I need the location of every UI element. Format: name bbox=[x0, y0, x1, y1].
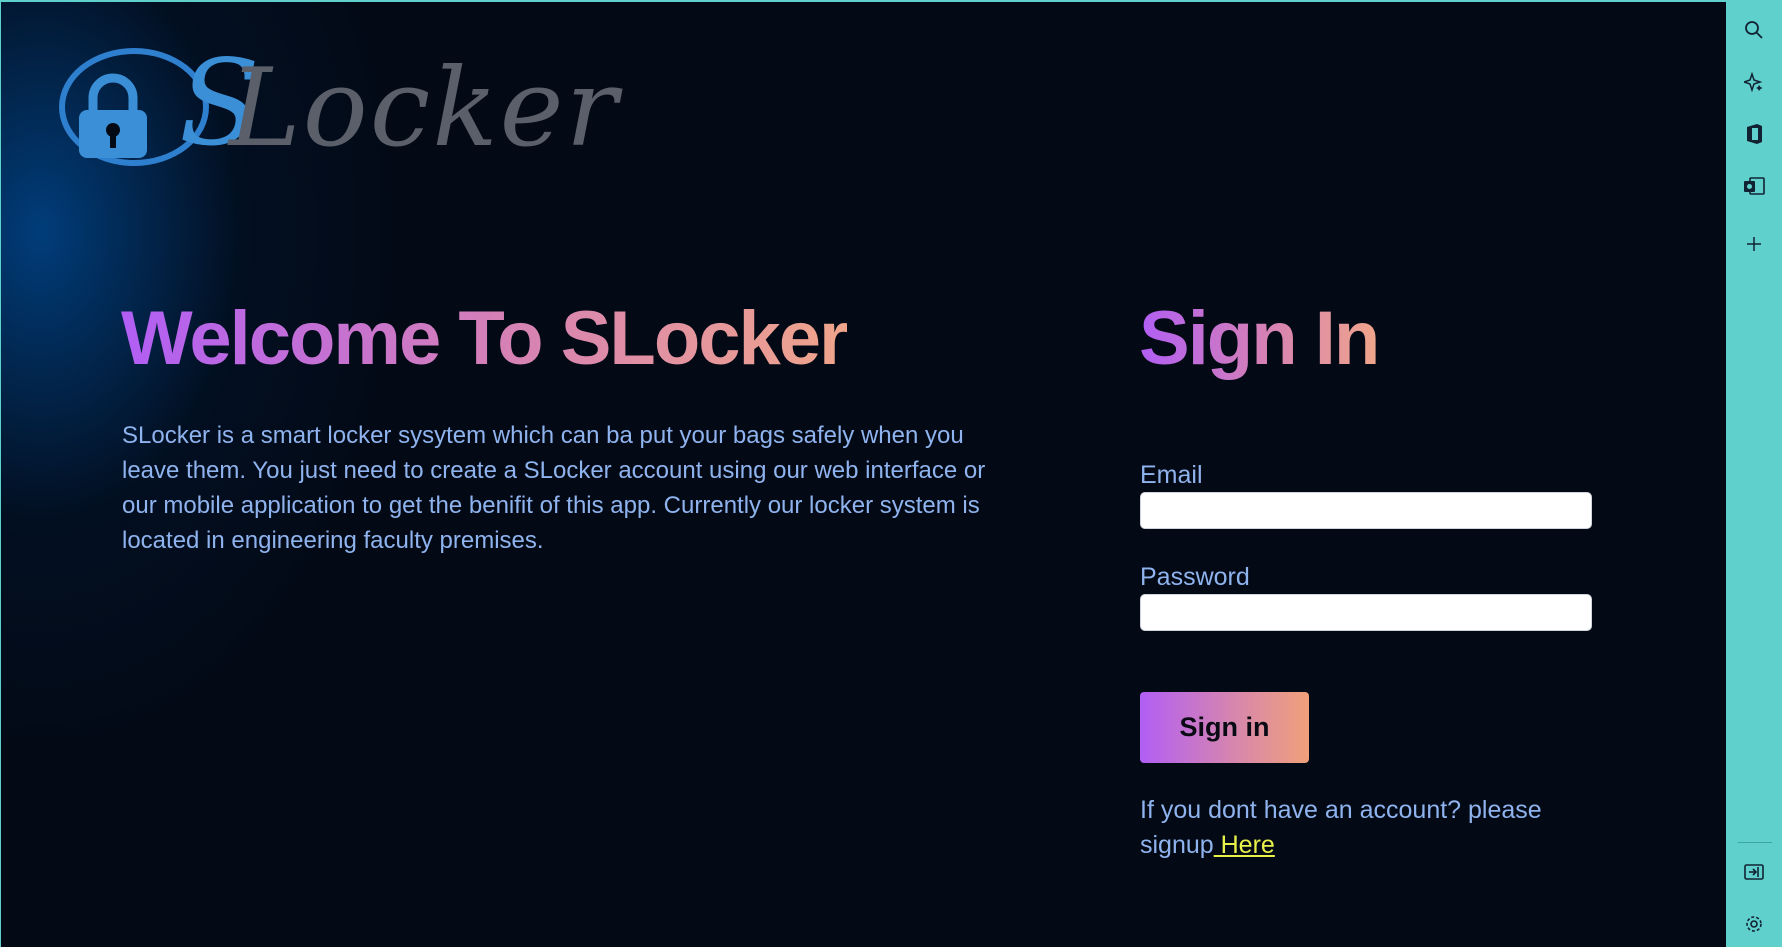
password-label: Password bbox=[1140, 563, 1250, 591]
sparkle-icon[interactable] bbox=[1742, 70, 1766, 94]
sidebar-divider bbox=[1738, 842, 1772, 843]
edge-sidebar bbox=[1726, 0, 1782, 947]
outlook-icon[interactable] bbox=[1742, 174, 1766, 198]
logo-wordmark: Locker bbox=[229, 46, 620, 171]
welcome-description: SLocker is a smart locker sysytem which … bbox=[122, 422, 986, 554]
padlock-icon bbox=[79, 73, 147, 158]
settings-icon[interactable] bbox=[1742, 912, 1766, 936]
panel-icon[interactable] bbox=[1742, 860, 1766, 884]
signup-prompt-text: If you dont have an account? please sign… bbox=[1140, 796, 1542, 859]
signup-prompt: If you dont have an account? please sign… bbox=[1140, 793, 1570, 863]
signin-button[interactable]: Sign in bbox=[1140, 692, 1309, 763]
welcome-title: Welcome To SLocker bbox=[121, 294, 849, 384]
slocker-logo: S Locker bbox=[59, 38, 617, 172]
password-field[interactable] bbox=[1140, 594, 1592, 631]
signup-link[interactable]: Here bbox=[1214, 831, 1275, 859]
email-label: Email bbox=[1140, 461, 1203, 489]
add-icon[interactable] bbox=[1742, 232, 1766, 256]
app-window: S Locker Welcome To SLocker SLocker is a… bbox=[0, 0, 1726, 947]
office-icon[interactable] bbox=[1742, 122, 1766, 146]
signin-title: Sign In bbox=[1139, 294, 1380, 384]
email-field[interactable] bbox=[1140, 492, 1592, 529]
search-icon[interactable] bbox=[1742, 18, 1766, 42]
